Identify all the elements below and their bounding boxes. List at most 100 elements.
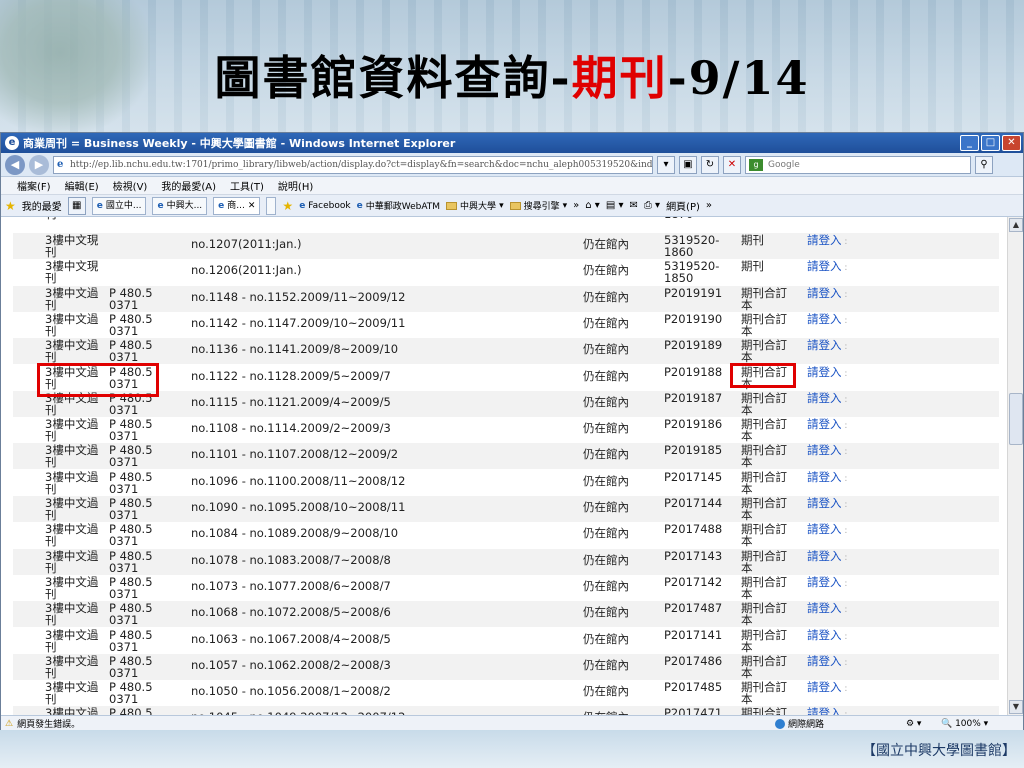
mail-icon[interactable]: ✉ — [629, 200, 637, 211]
cell-status: 仍在館內 — [583, 552, 629, 567]
add-favorite-icon[interactable]: ★ — [282, 199, 293, 213]
request-login-link[interactable]: 請登入 — [807, 313, 847, 327]
print-icon[interactable]: ⎙ ▾ — [644, 200, 660, 211]
request-login-link[interactable]: 請登入 — [807, 523, 847, 537]
cell-barcode: P2019190 — [664, 311, 723, 326]
request-login-link[interactable]: 請登入 — [807, 339, 847, 353]
request-login-link[interactable]: 請登入 — [807, 260, 847, 274]
request-login-link[interactable]: 請登入 — [807, 287, 847, 301]
maximize-button[interactable]: □ — [981, 135, 1000, 151]
home-icon[interactable]: ⌂ ▾ — [585, 200, 600, 211]
status-message[interactable]: 網頁發生錯誤。 — [17, 717, 80, 730]
request-login-link[interactable]: 請登入 — [807, 655, 847, 669]
fav-link-label: Facebook — [308, 200, 351, 211]
minimize-button[interactable]: _ — [960, 135, 979, 151]
warning-icon[interactable]: ⚠ — [5, 719, 13, 729]
request-login-link[interactable]: 請登入 — [807, 629, 847, 643]
cell-call-number: P 480.5 0371 — [109, 653, 153, 680]
compat-view-button[interactable]: ▣ — [679, 155, 697, 174]
cell-location: 3樓中文過刊 — [45, 706, 99, 715]
cell-call-number: P 480.5 0371 — [109, 548, 153, 575]
request-login-link[interactable]: 請登入 — [807, 234, 847, 248]
security-zone: 網際網路 — [775, 717, 824, 730]
cell-call-number: P 480.5 0371 — [109, 390, 153, 417]
feeds-icon[interactable]: ▤ ▾ — [606, 200, 624, 211]
cell-status: 仍在館內 — [583, 631, 629, 646]
back-button[interactable]: ◀ — [5, 154, 25, 175]
page-menu[interactable]: 網頁(P) — [666, 198, 700, 213]
close-tab-icon[interactable]: ✕ — [248, 198, 256, 214]
tab-1[interactable]: e 國立中... — [91, 196, 147, 215]
fav-folder-nchu[interactable]: 中興大學 ▾ — [446, 199, 504, 212]
cell-volume: no.1206(2011:Jan.) — [191, 263, 302, 278]
request-login-link[interactable]: 請登入 — [807, 707, 847, 715]
cell-volume: no.1142 - no.1147.2009/10~2009/11 — [191, 315, 406, 330]
scroll-up-button[interactable]: ▲ — [1009, 218, 1023, 232]
fav-link-webatm[interactable]: e 中華郵政WebATM — [357, 199, 441, 213]
cell-call-number: P 480.5 0371 — [109, 443, 153, 470]
zoom-level[interactable]: 🔍 100% ▾ — [941, 719, 988, 729]
search-button[interactable]: ⚲ — [975, 155, 993, 174]
forward-button[interactable]: ▶ — [29, 154, 49, 175]
request-login-link[interactable]: 請登入 — [807, 366, 847, 380]
chevron-more-right-icon[interactable]: » — [706, 200, 712, 211]
cell-item-type: 期刊合訂本 — [741, 390, 787, 417]
footer-library-name: 【國立中興大學圖書館】 — [862, 743, 1016, 759]
fav-link-label: 中華郵政WebATM — [365, 202, 441, 212]
fav-folder-search[interactable]: 搜尋引擎 ▾ — [509, 199, 567, 212]
stop-button[interactable]: ✕ — [723, 155, 741, 174]
new-tab-button[interactable] — [266, 196, 277, 215]
protected-mode-icon[interactable]: ⚙ ▾ — [906, 719, 921, 729]
request-login-link[interactable]: 請登入 — [807, 681, 847, 695]
title-accent: 期刊 — [571, 51, 668, 105]
menu-view[interactable]: 檢視(V) — [113, 178, 148, 193]
request-login-link[interactable]: 請登入 — [807, 497, 847, 511]
fav-link-facebook[interactable]: e Facebook — [299, 201, 350, 211]
cell-status: 仍在館內 — [583, 289, 629, 304]
request-login-link[interactable]: 請登入 — [807, 471, 847, 485]
menu-edit[interactable]: 編輯(E) — [65, 178, 99, 193]
table-row: 3樓中文過刊 P 480.5 0371 no.1101 - no.1107.2008… — [13, 443, 999, 470]
cell-volume: no.1084 - no.1089.2008/9~2008/10 — [191, 526, 399, 541]
search-input[interactable]: g Google — [745, 155, 971, 174]
request-login-link[interactable]: 請登入 — [807, 550, 847, 564]
quick-tabs-button[interactable]: ▦ — [67, 196, 86, 215]
request-login-link[interactable]: 請登入 — [807, 418, 847, 432]
vertical-scrollbar[interactable]: ▲ ▼ — [1007, 217, 1023, 715]
cell-item-type: 期刊合訂本 — [741, 601, 787, 628]
tab-2[interactable]: e 中興大... — [152, 196, 208, 215]
cell-item-type: 期刊合訂本 — [741, 469, 787, 496]
favorites-label[interactable]: 我的最愛 — [22, 198, 62, 213]
cell-barcode: P2019187 — [664, 390, 723, 405]
tab-label: 中興大... — [166, 200, 203, 211]
cell-barcode: P2017471 — [664, 706, 723, 715]
cell-item-type: 期刊合訂本 — [741, 680, 787, 707]
cell-location: 3樓中文過刊 — [45, 653, 99, 680]
scroll-down-button[interactable]: ▼ — [1009, 700, 1023, 714]
window-title: 商業周刊 = Business Weekly - 中興大學圖書館 - Windo… — [23, 137, 456, 150]
cell-barcode: P2019191 — [664, 285, 723, 300]
request-login-link[interactable]: 請登入 — [807, 444, 847, 458]
menu-help[interactable]: 說明(H) — [278, 178, 313, 193]
chevron-more-icon[interactable]: » — [573, 200, 579, 211]
menu-favorites[interactable]: 我的最愛(A) — [161, 178, 216, 193]
cell-call-number: P 480.5 0371 — [109, 574, 153, 601]
request-login-link[interactable]: 請登入 — [807, 576, 847, 590]
tab-3-active[interactable]: e 商... ✕ — [213, 196, 261, 215]
cell-volume: no.1136 - no.1141.2009/8~2009/10 — [191, 342, 399, 357]
address-input[interactable]: http://ep.lib.nchu.edu.tw:1701/primo_lib… — [53, 155, 653, 174]
cell-status: 仍在館內 — [583, 237, 629, 251]
request-login-link[interactable]: 請登入 — [807, 392, 847, 406]
close-window-button[interactable]: ✕ — [1002, 135, 1021, 151]
ie-icon: e — [5, 136, 19, 150]
menu-file[interactable]: 檔案(F) — [17, 178, 51, 193]
cell-barcode: P2019186 — [664, 417, 723, 432]
scroll-thumb[interactable] — [1009, 393, 1023, 445]
cell-item-type: 期刊合訂本 — [741, 706, 787, 715]
request-login-link[interactable]: 請登入 — [807, 602, 847, 616]
folder-icon — [446, 201, 458, 210]
refresh-button[interactable]: ↻ — [701, 155, 719, 174]
cell-call-number: P 480.5 0371 — [109, 627, 153, 654]
address-dropdown-button[interactable]: ▾ — [657, 155, 675, 174]
menu-tools[interactable]: 工具(T) — [230, 178, 264, 193]
